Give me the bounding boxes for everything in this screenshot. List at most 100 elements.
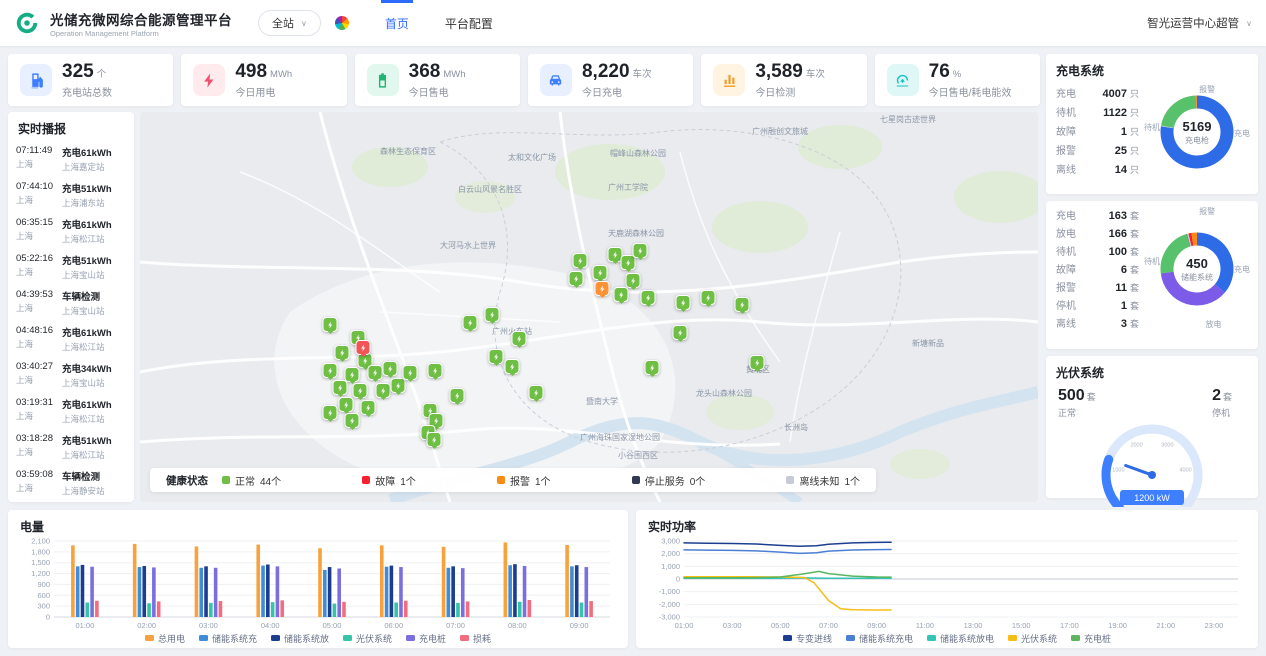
tab-platform-config[interactable]: 平台配置 (427, 0, 511, 46)
legend-item[interactable]: 储能系统充电 (846, 632, 913, 645)
station-marker-normal[interactable] (569, 271, 584, 286)
station-marker-normal[interactable] (361, 400, 376, 415)
station-marker-normal[interactable] (345, 367, 360, 382)
svg-text:0: 0 (46, 613, 50, 622)
station-marker-normal[interactable] (323, 405, 338, 420)
station-select[interactable]: 全站 ∨ (258, 10, 321, 36)
broadcast-city: 上海 (16, 410, 57, 422)
legend-item[interactable]: 储能系统放电 (927, 632, 994, 645)
stat-unit: 只 (1130, 144, 1144, 157)
health-legend-item[interactable]: 离线未知 1个 (786, 473, 860, 488)
station-marker-normal[interactable] (529, 385, 544, 400)
map[interactable]: 森林生态保育区太和文化广场帽峰山森林公园广州融创文旅城七星岗古迹世界白云山风景名… (140, 112, 1038, 502)
donut-callout: 报警 (1199, 206, 1215, 217)
legend-item[interactable]: 光伏系统 (343, 632, 392, 645)
station-marker-normal[interactable] (345, 413, 360, 428)
broadcast-time: 07:11:49 (16, 145, 57, 156)
kpi-label: 今日售电/耗电能效 (929, 84, 1012, 99)
station-marker-normal[interactable] (505, 359, 520, 374)
station-marker-normal[interactable] (626, 273, 641, 288)
pv-stat-value: 500 (1058, 387, 1085, 404)
station-marker-normal[interactable] (485, 307, 500, 322)
broadcast-city: 上海 (16, 374, 57, 386)
broadcast-action: 充电51kWh (62, 181, 112, 195)
station-marker-normal[interactable] (323, 317, 338, 332)
station-marker-normal[interactable] (376, 383, 391, 398)
station-marker-normal[interactable] (645, 360, 660, 375)
svg-text:1,800: 1,800 (31, 547, 50, 556)
station-marker-normal[interactable] (427, 432, 442, 447)
station-marker-normal[interactable] (339, 397, 354, 412)
station-marker-alarm[interactable] (595, 281, 610, 296)
station-marker-normal[interactable] (323, 363, 338, 378)
station-marker-normal[interactable] (383, 361, 398, 376)
station-marker-normal[interactable] (335, 345, 350, 360)
station-marker-normal[interactable] (368, 365, 383, 380)
map-label: 帽峰山森林公园 (610, 148, 666, 159)
station-marker-normal[interactable] (593, 265, 608, 280)
energy-chart-card: 电量 03006009001,2001,5001,8002,10001:0002… (8, 510, 628, 648)
broadcast-station: 上海静安站 (62, 485, 105, 497)
bar-chart-icon (713, 64, 745, 96)
station-marker-normal[interactable] (403, 365, 418, 380)
health-legend-item[interactable]: 停止服务 0个 (632, 473, 706, 488)
station-marker-normal[interactable] (391, 378, 406, 393)
station-marker-normal[interactable] (512, 331, 527, 346)
stat-label: 放电 (1056, 225, 1088, 240)
station-marker-normal[interactable] (428, 363, 443, 378)
broadcast-item: 03:59:08 上海 车辆检测 上海静安站 (8, 465, 134, 497)
station-marker-normal[interactable] (641, 290, 656, 305)
broadcast-action: 充电61kWh (62, 217, 112, 231)
station-marker-normal[interactable] (750, 355, 765, 370)
health-legend-item[interactable]: 报警 1个 (497, 473, 551, 488)
legend-label: 充电桩 (419, 632, 446, 645)
stat-row: 离线 3 套 (1056, 315, 1144, 333)
broadcast-action: 充电61kWh (62, 145, 112, 159)
legend-item[interactable]: 储能系统充 (199, 632, 257, 645)
status-dot (362, 476, 370, 484)
health-label: 报警 (510, 473, 530, 488)
station-marker-normal[interactable] (614, 287, 629, 302)
stat-unit: 套 (1130, 263, 1144, 276)
station-marker-normal[interactable] (701, 290, 716, 305)
svg-text:1,200: 1,200 (31, 569, 50, 578)
stat-value: 4007 (1103, 88, 1127, 100)
legend-item[interactable]: 专变进线 (783, 632, 832, 645)
station-marker-normal[interactable] (463, 315, 478, 330)
station-marker-normal[interactable] (450, 388, 465, 403)
legend-item[interactable]: 充电桩 (406, 632, 446, 645)
stat-value: 6 (1121, 264, 1127, 276)
station-marker-normal[interactable] (353, 383, 368, 398)
station-marker-fault[interactable] (356, 340, 371, 355)
svg-text:充电枪: 充电枪 (1185, 135, 1209, 145)
station-marker-normal[interactable] (489, 349, 504, 364)
stat-row: 离线 14 只 (1056, 161, 1144, 180)
station-marker-normal[interactable] (673, 325, 688, 340)
app-logo-icon (14, 10, 40, 36)
legend-swatch (846, 635, 855, 641)
user-menu[interactable]: 智光运营中心超管 ∨ (1147, 15, 1252, 31)
broadcast-panel: 实时播报 07:11:49 上海 充电61kWh 上海嘉定站 07: (8, 112, 134, 502)
kpi-unit: 车次 (633, 66, 652, 80)
color-wheel-icon[interactable] (335, 16, 349, 30)
svg-text:4000: 4000 (1179, 468, 1191, 474)
health-count: 1个 (400, 473, 416, 488)
legend-label: 储能系统放 (284, 632, 329, 645)
map-label: 长洲岛 (784, 422, 808, 433)
legend-item[interactable]: 光伏系统 (1008, 632, 1057, 645)
broadcast-list[interactable]: 07:11:49 上海 充电61kWh 上海嘉定站 07:44:10 上海 (8, 141, 134, 497)
legend-item[interactable]: 储能系统放 (271, 632, 329, 645)
station-marker-normal[interactable] (333, 380, 348, 395)
station-marker-normal[interactable] (633, 243, 648, 258)
tab-home[interactable]: 首页 (367, 0, 427, 46)
health-legend-item[interactable]: 故障 1个 (362, 473, 416, 488)
station-marker-normal[interactable] (735, 297, 750, 312)
legend-item[interactable]: 损耗 (460, 632, 491, 645)
bolt-icon (648, 364, 656, 372)
station-marker-normal[interactable] (676, 295, 691, 310)
legend-item[interactable]: 充电桩 (1071, 632, 1111, 645)
kpi-value: 3,589 (755, 61, 803, 83)
health-legend-item[interactable]: 正常 44个 (222, 473, 281, 488)
legend-item[interactable]: 总用电 (145, 632, 185, 645)
station-marker-normal[interactable] (573, 253, 588, 268)
